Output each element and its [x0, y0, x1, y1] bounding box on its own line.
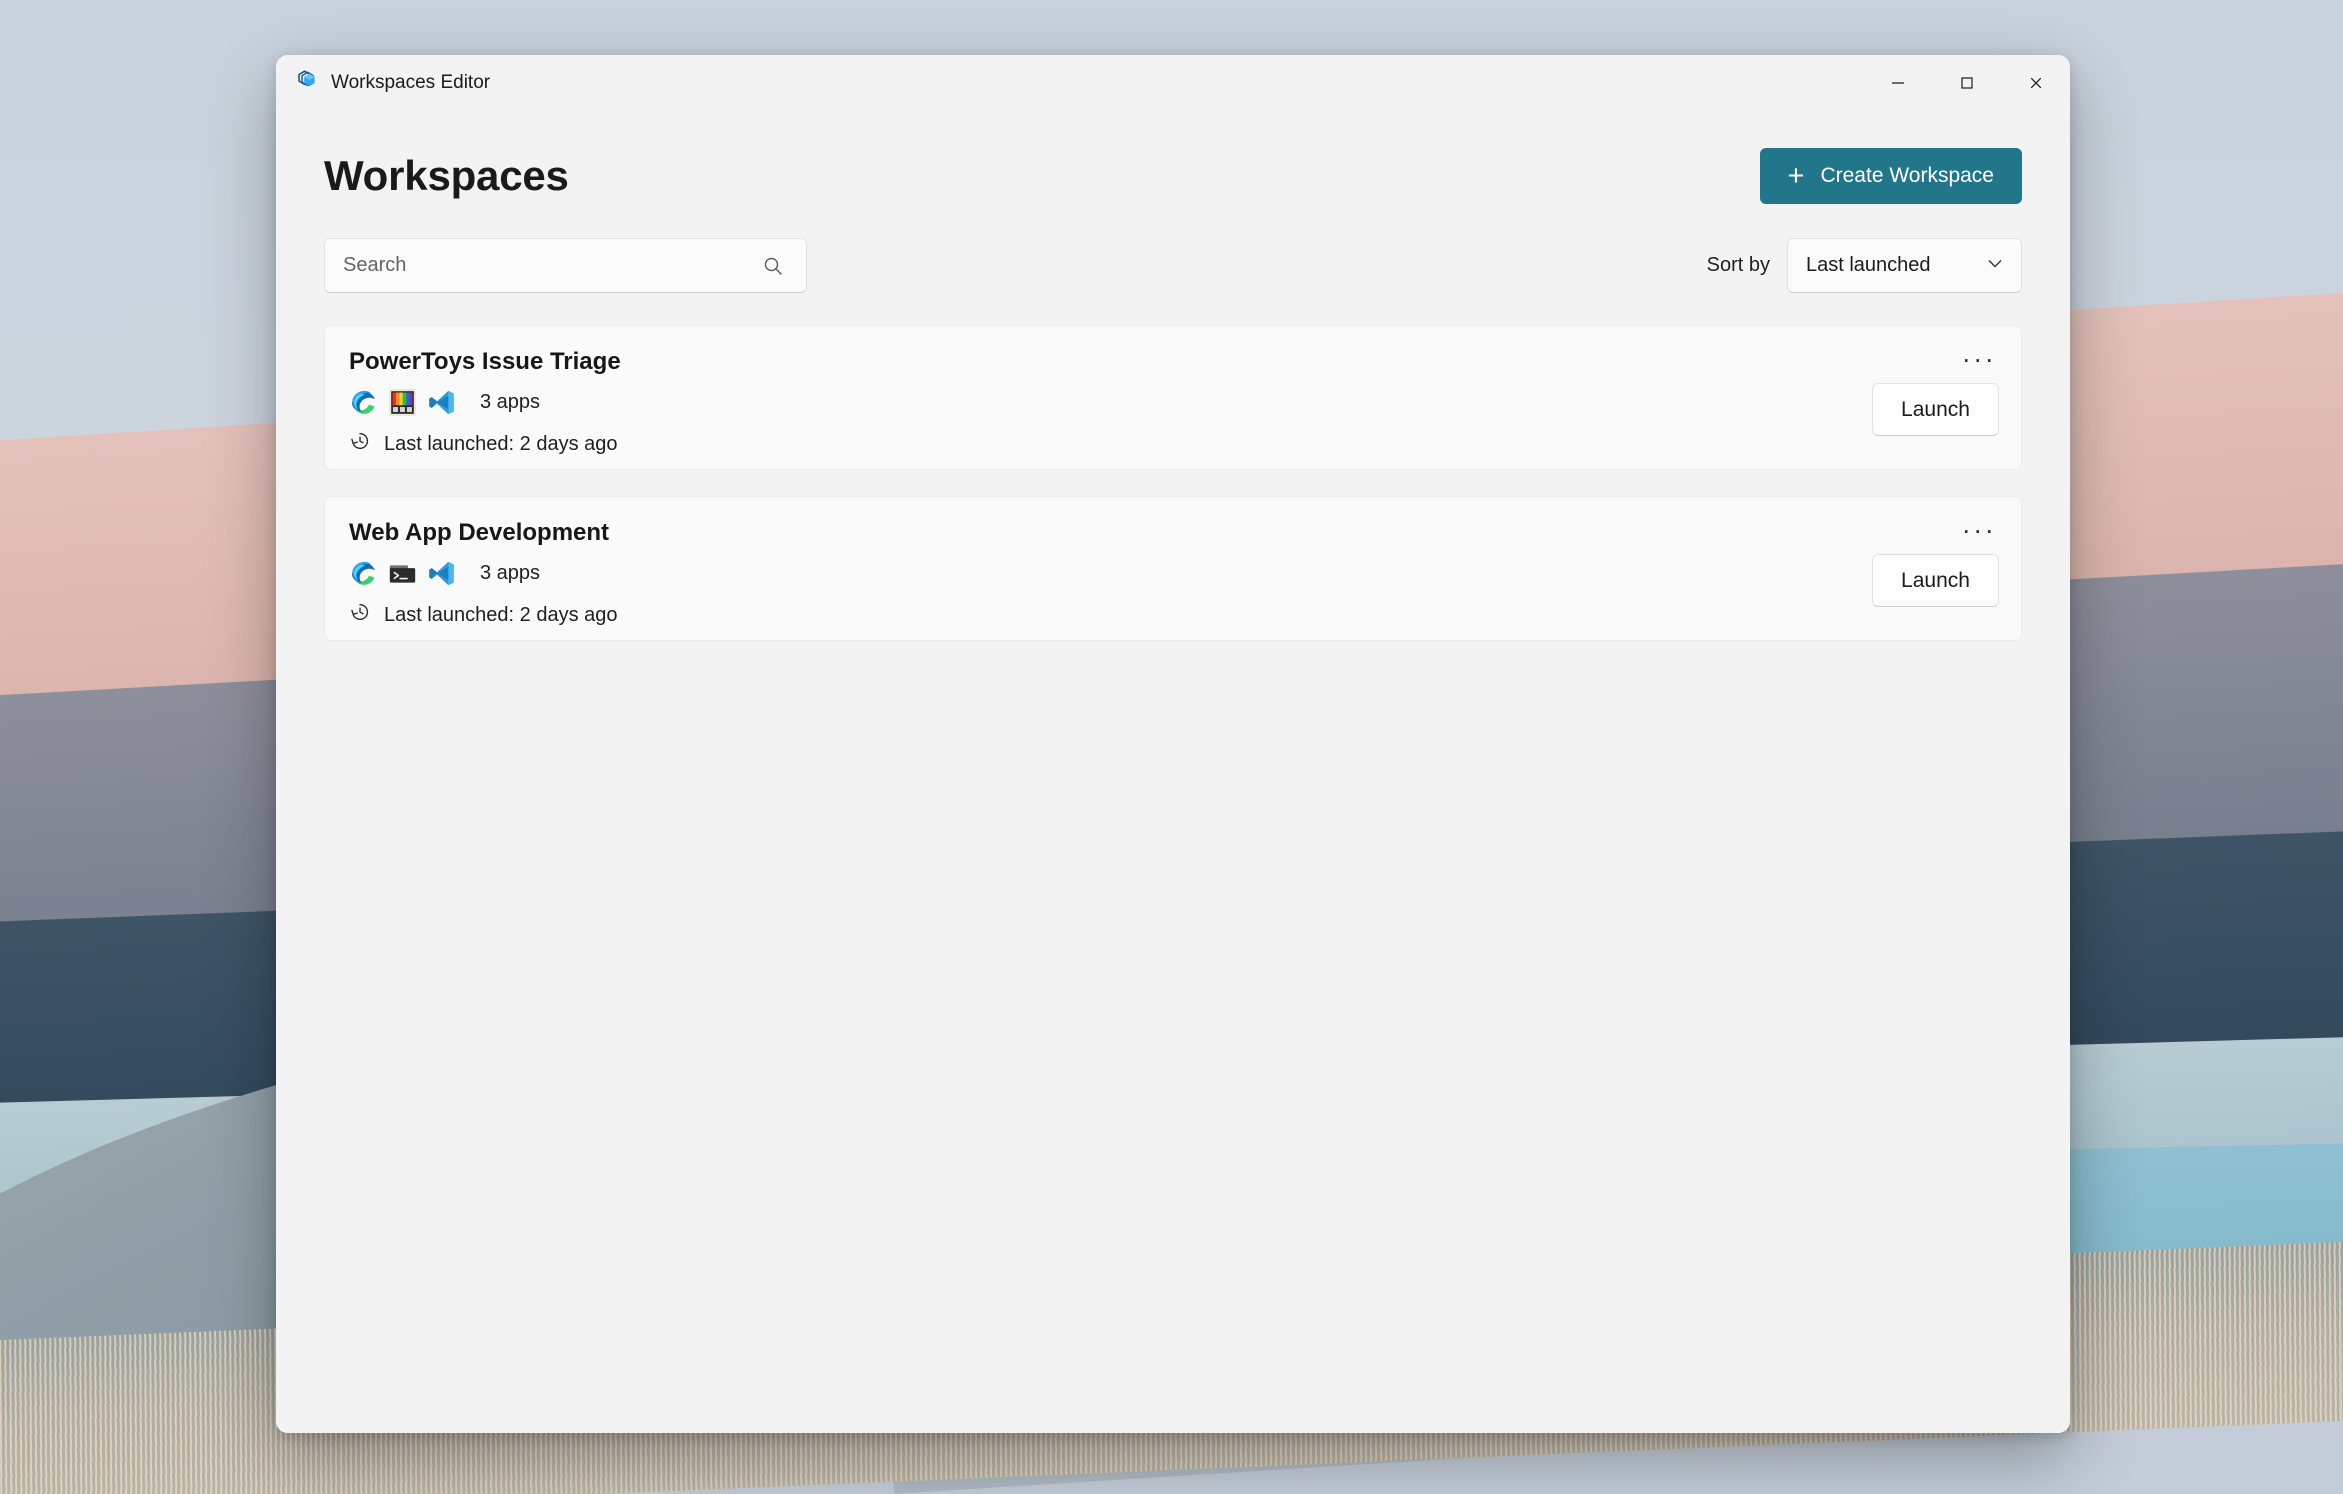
launch-button[interactable]: Launch	[1872, 554, 1999, 607]
search-input[interactable]	[325, 254, 762, 277]
page-content: Workspaces + Create Workspace Sort by	[276, 110, 2070, 1433]
vscode-icon	[429, 561, 454, 586]
terminal-icon	[389, 565, 416, 583]
edge-icon	[352, 390, 375, 414]
sort-by-dropdown[interactable]: Last launched	[1787, 238, 2022, 293]
plus-icon: +	[1787, 159, 1805, 192]
layers-icon	[294, 67, 320, 98]
history-icon	[349, 430, 371, 458]
history-icon	[349, 601, 371, 629]
sort-area: Sort by Last launched	[1707, 238, 2022, 293]
color-picker-icon	[388, 388, 417, 417]
workspaces-editor-window: Workspaces Editor Workspaces + Create Wo…	[276, 55, 2070, 1433]
sort-by-label: Sort by	[1706, 254, 1770, 276]
page-header: Workspaces + Create Workspace	[324, 110, 2022, 204]
workspace-card[interactable]: PowerToys Issue Triage 3 apps Last launc…	[324, 325, 2022, 470]
create-workspace-button[interactable]: + Create Workspace	[1759, 148, 2022, 204]
title-bar-left: Workspaces Editor	[276, 67, 490, 98]
title-bar: Workspaces Editor	[276, 55, 2070, 110]
apps-count: 3 apps	[480, 562, 541, 584]
window-title: Workspaces Editor	[331, 71, 491, 93]
vscode-icon	[429, 390, 454, 415]
workspace-last-launched: Last launched: 2 days ago	[349, 430, 1995, 458]
create-workspace-label: Create Workspace	[1820, 164, 1994, 187]
app-icon-list	[349, 559, 456, 588]
edge-icon	[352, 561, 375, 585]
search-icon[interactable]	[762, 255, 806, 277]
chevron-down-icon	[1985, 253, 2005, 278]
minimize-icon	[1891, 81, 1904, 84]
workspace-card[interactable]: Web App Development 3 apps Last launched…	[324, 496, 2022, 641]
maximize-button[interactable]	[1932, 55, 2001, 110]
sort-by-value: Last launched	[1806, 254, 1931, 276]
last-launched-text: Last launched: 2 days ago	[384, 432, 618, 455]
workspace-more-menu-button[interactable]: ···	[1957, 511, 2001, 549]
workspace-apps-row: 3 apps	[349, 388, 1995, 417]
launch-button[interactable]: Launch	[1872, 383, 1999, 436]
close-icon	[2030, 77, 2041, 88]
apps-count: 3 apps	[480, 391, 541, 413]
last-launched-text: Last launched: 2 days ago	[384, 603, 618, 626]
workspace-apps-row: 3 apps	[349, 559, 1995, 588]
workspace-name: PowerToys Issue Triage	[349, 348, 621, 375]
page-title: Workspaces	[324, 152, 569, 199]
app-icon-list	[349, 388, 456, 417]
workspace-more-menu-button[interactable]: ···	[1957, 340, 2001, 378]
window-controls	[1863, 55, 2070, 110]
maximize-icon	[1960, 76, 1973, 89]
workspace-name: Web App Development	[349, 519, 610, 546]
search-box[interactable]	[324, 238, 807, 293]
workspace-list: PowerToys Issue Triage 3 apps Last launc…	[324, 325, 2022, 641]
close-button[interactable]	[2001, 55, 2070, 110]
workspace-last-launched: Last launched: 2 days ago	[349, 601, 1995, 629]
minimize-button[interactable]	[1863, 55, 1932, 110]
toolbar: Sort by Last launched	[324, 238, 2022, 293]
